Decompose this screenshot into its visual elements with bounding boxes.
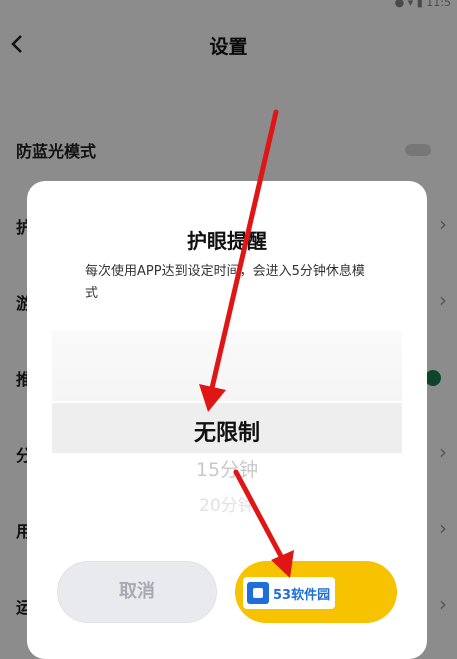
picker-option[interactable]: 15分钟 (52, 455, 402, 482)
time-picker[interactable]: 无限制 15分钟 20分钟 (52, 331, 402, 531)
eye-care-dialog: 护眼提醒 每次使用APP达到设定时间，会进入5分钟休息模式 无限制 15分钟 2… (27, 181, 427, 659)
watermark-text: 53软件园 (273, 587, 331, 603)
picker-selected-option[interactable]: 无限制 (52, 415, 402, 447)
picker-option[interactable]: 20分钟 (52, 491, 402, 516)
picker-fade (52, 331, 402, 401)
cancel-button-label: 取消 (119, 581, 155, 602)
watermark-logo-icon (247, 582, 269, 604)
site-watermark: 53软件园 (243, 577, 335, 609)
dialog-title: 护眼提醒 (187, 229, 267, 253)
cancel-button[interactable]: 取消 (57, 561, 217, 623)
dialog-description: 每次使用APP达到设定时间，会进入5分钟休息模式 (85, 264, 365, 301)
